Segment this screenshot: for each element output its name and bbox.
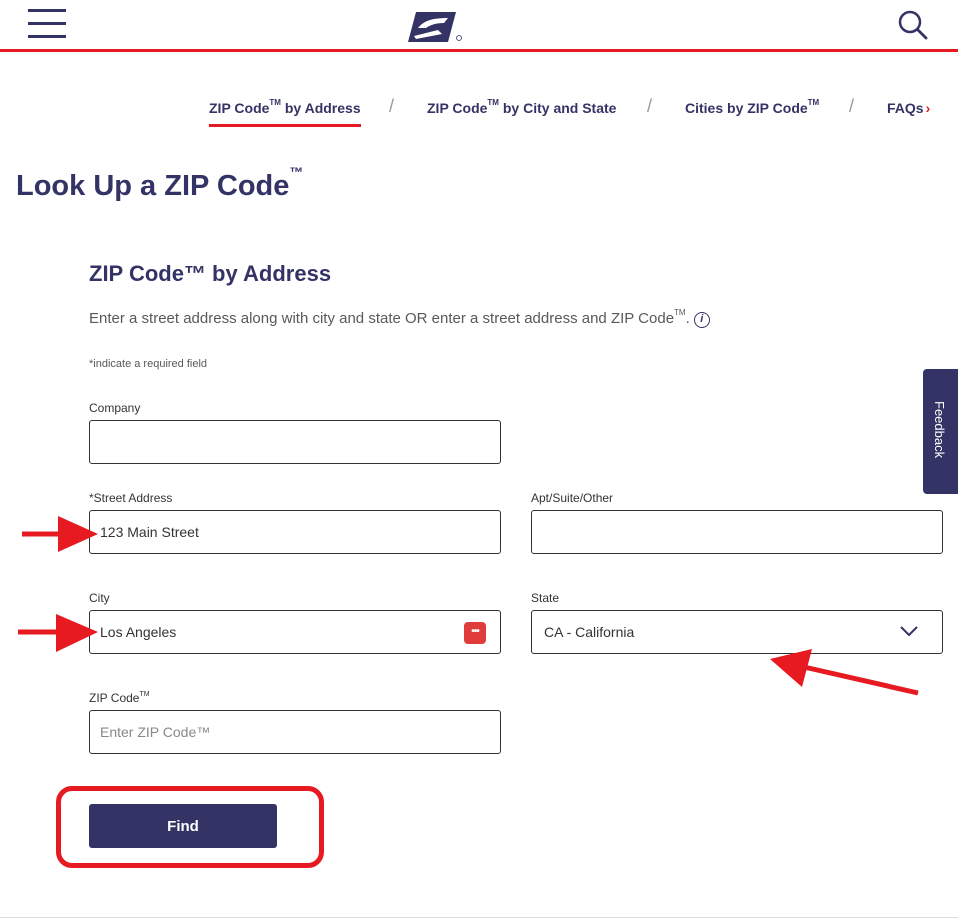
city-arrow bbox=[18, 614, 98, 652]
tab-separator: / bbox=[647, 96, 653, 116]
feedback-label: Feedback bbox=[932, 401, 947, 459]
street-address-label: *Street Address bbox=[89, 491, 173, 505]
lookup-tabs: ZIP CodeTM by Address / ZIP CodeTM by Ci… bbox=[0, 96, 958, 136]
usps-eagle-logo[interactable] bbox=[408, 10, 464, 44]
city-input[interactable] bbox=[89, 610, 501, 654]
company-input[interactable] bbox=[89, 420, 501, 464]
required-field-note: *indicate a required field bbox=[89, 358, 208, 370]
zip-code-input[interactable] bbox=[89, 710, 501, 754]
tab-zip-by-address[interactable]: ZIP CodeTM by Address bbox=[209, 98, 361, 127]
info-icon[interactable]: i bbox=[693, 312, 710, 328]
state-select[interactable]: CA - California bbox=[531, 610, 943, 654]
tab-separator: / bbox=[849, 96, 855, 116]
feedback-tab[interactable]: Feedback bbox=[923, 369, 958, 494]
state-selected-value: CA - California bbox=[544, 624, 635, 640]
find-button[interactable]: Find bbox=[89, 804, 277, 848]
company-label: Company bbox=[89, 401, 141, 415]
state-label: State bbox=[531, 591, 560, 605]
tab-zip-by-city-state[interactable]: ZIP CodeTM by City and State bbox=[427, 98, 616, 116]
apt-suite-input[interactable] bbox=[531, 510, 943, 554]
chevron-right-icon: › bbox=[925, 100, 931, 116]
form-description: Enter a street address along with city a… bbox=[89, 308, 710, 328]
chevron-down-icon bbox=[900, 626, 918, 637]
city-label: City bbox=[89, 591, 110, 605]
street-address-input[interactable] bbox=[89, 510, 501, 554]
street-address-arrow bbox=[22, 516, 98, 552]
zip-code-label: ZIP CodeTM bbox=[89, 691, 150, 705]
tab-faqs[interactable]: FAQs › bbox=[887, 100, 930, 116]
page-title: Look Up a ZIP Code™ bbox=[16, 164, 304, 202]
tab-cities-by-zip[interactable]: Cities by ZIP CodeTM bbox=[685, 98, 819, 116]
search-icon[interactable] bbox=[897, 9, 929, 41]
footer-divider bbox=[0, 917, 958, 918]
hamburger-menu-icon[interactable] bbox=[28, 9, 66, 38]
tab-separator: / bbox=[389, 96, 395, 116]
site-header bbox=[0, 0, 958, 52]
apt-suite-label: Apt/Suite/Other bbox=[531, 491, 614, 505]
password-autofill-icon[interactable]: ••• bbox=[464, 622, 486, 644]
form-title: ZIP Code™ by Address bbox=[89, 261, 332, 286]
